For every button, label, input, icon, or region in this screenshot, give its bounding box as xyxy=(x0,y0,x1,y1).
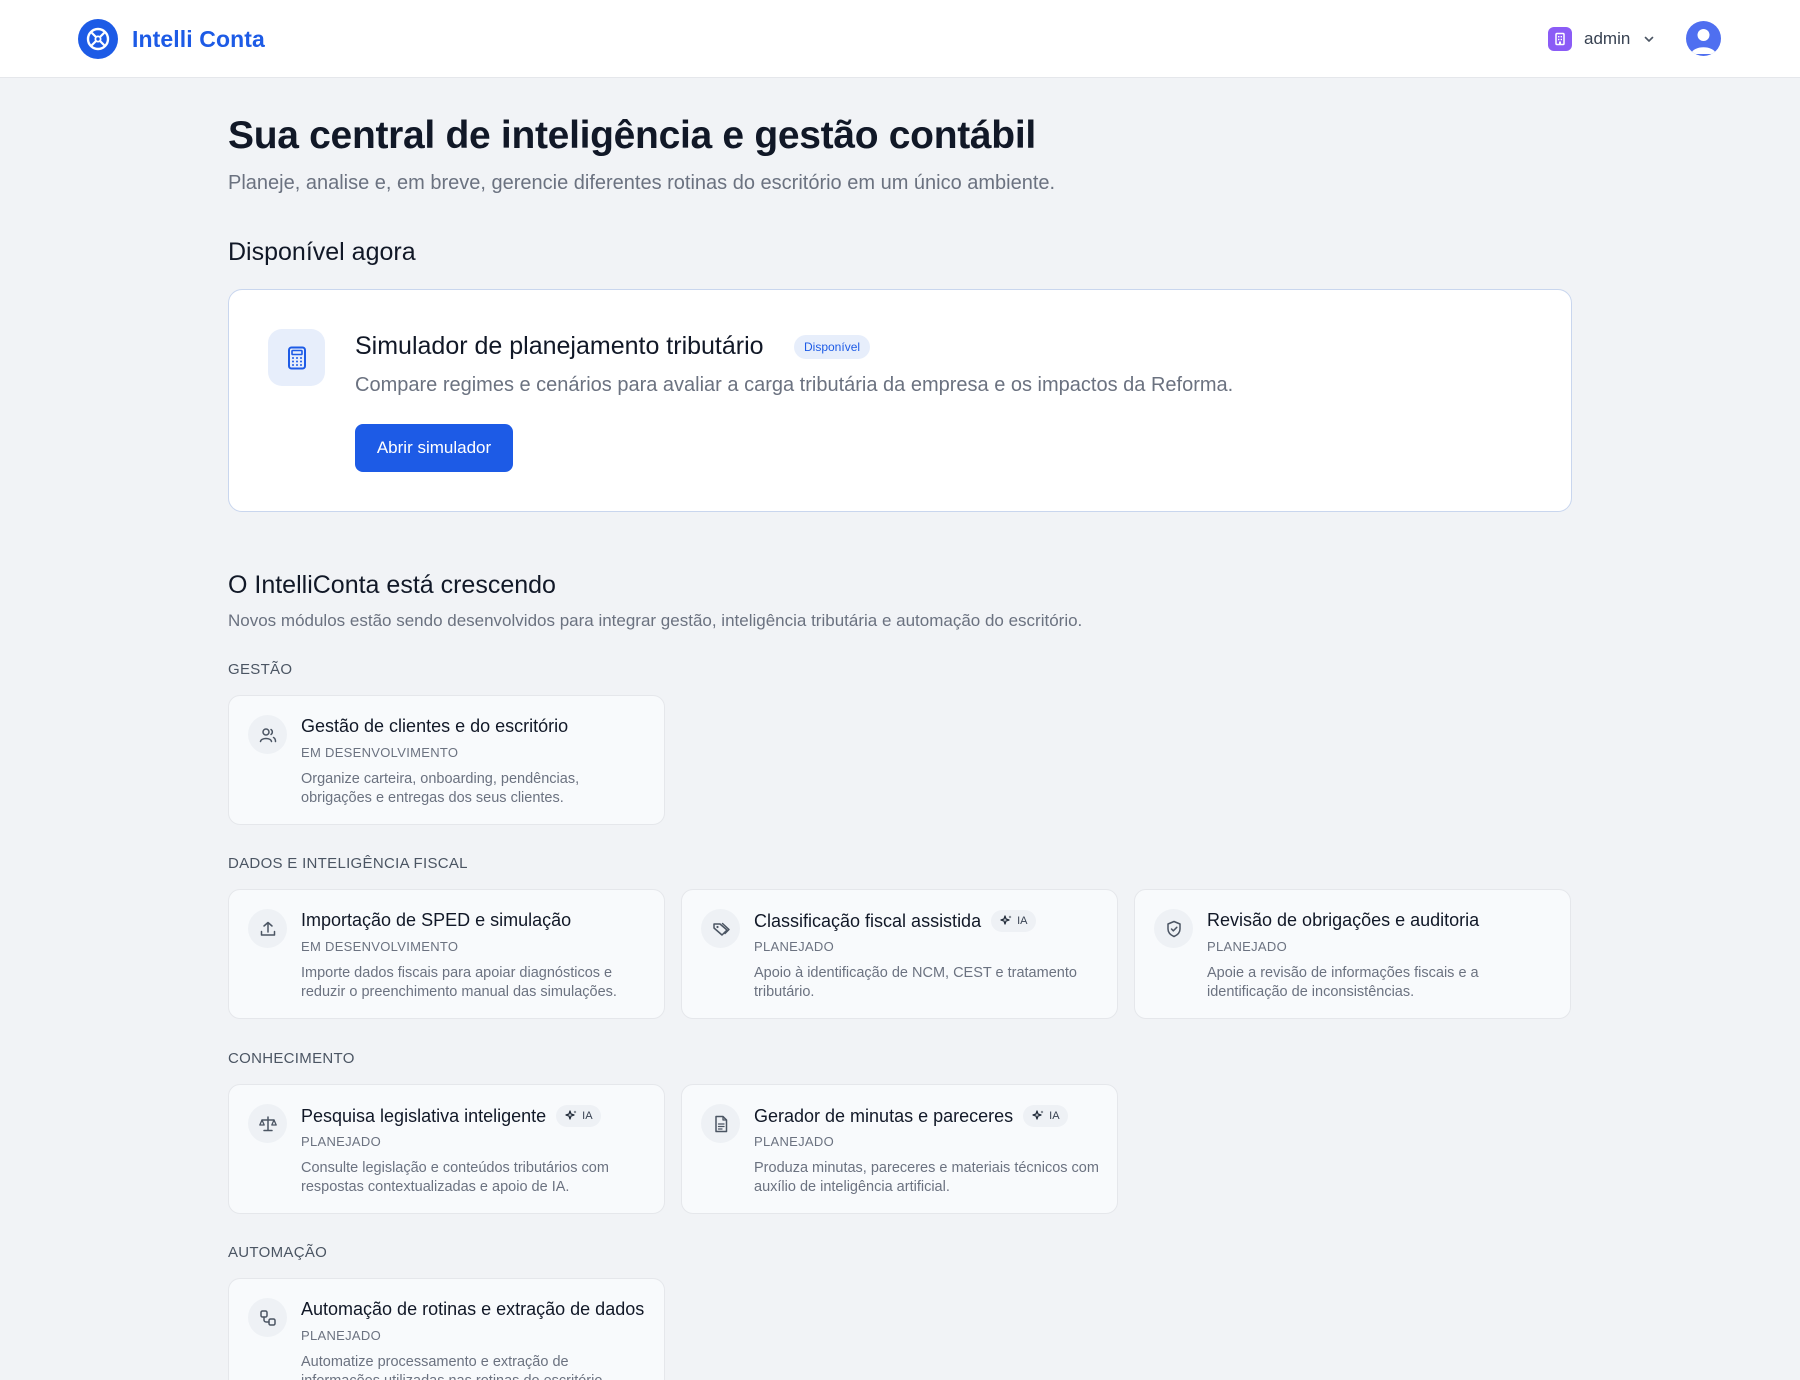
module-status: EM DESENVOLVIMENTO xyxy=(301,745,459,760)
tags-icon xyxy=(701,909,740,948)
module-card-revisao-obrigacoes[interactable]: Revisão de obrigações e auditoria PLANEJ… xyxy=(1134,889,1571,1019)
sparkles-icon xyxy=(1000,915,1012,925)
module-status: PLANEJADO xyxy=(301,1328,382,1343)
module-card-pesquisa-legislativa[interactable]: Pesquisa legislativa inteligente IA PLAN… xyxy=(228,1084,665,1214)
simulator-description: Compare regimes e cenários para avaliar … xyxy=(355,374,1234,396)
module-status: EM DESENVOLVIMENTO xyxy=(301,939,459,954)
ia-badge: IA xyxy=(991,910,1036,932)
module-status: PLANEJADO xyxy=(301,1134,382,1149)
status-badge: Disponível xyxy=(794,335,871,359)
simulator-card: Simulador de planejamento tributário Dis… xyxy=(228,289,1572,512)
module-status: PLANEJADO xyxy=(1207,939,1288,954)
open-simulator-button[interactable]: Abrir simulador xyxy=(355,424,513,472)
module-title: Gestão de clientes e do escritório xyxy=(301,716,569,736)
calculator-icon xyxy=(268,329,325,386)
module-description: Apoio à identificação de NCM, CEST e tra… xyxy=(754,965,1077,1000)
module-title: Classificação fiscal assistida xyxy=(754,910,982,931)
category-label-conhecimento: CONHECIMENTO xyxy=(228,1050,355,1067)
user-avatar-icon[interactable] xyxy=(1686,21,1721,56)
ia-badge-label: IA xyxy=(1049,1110,1060,1122)
chevron-down-icon xyxy=(1642,32,1656,46)
module-card-gerador-minutas[interactable]: Gerador de minutas e pareceres IA PLANEJ… xyxy=(681,1084,1118,1214)
ia-badge: IA xyxy=(1023,1105,1068,1127)
brand-logo-icon xyxy=(78,19,118,59)
module-title: Pesquisa legislativa inteligente xyxy=(301,1105,547,1126)
module-card-classificacao-fiscal[interactable]: Classificação fiscal assistida IA PLANEJ… xyxy=(681,889,1118,1019)
users-icon xyxy=(248,715,287,754)
sparkles-icon xyxy=(1032,1110,1044,1120)
module-description: Importe dados fiscais para apoiar diagnó… xyxy=(301,965,617,1000)
user-name: admin xyxy=(1584,29,1631,48)
building-icon xyxy=(1548,27,1572,51)
document-icon xyxy=(701,1104,740,1143)
module-description: Consulte legislação e conteúdos tributár… xyxy=(301,1160,609,1195)
growing-section-subtitle: Novos módulos estão sendo desenvolvidos … xyxy=(228,611,1083,630)
module-status: PLANEJADO xyxy=(754,939,835,954)
sparkles-icon xyxy=(565,1110,577,1120)
ia-badge-label: IA xyxy=(1017,915,1028,927)
module-title: Gerador de minutas e pareceres xyxy=(754,1105,1014,1126)
module-card-automacao-rotinas[interactable]: Automação de rotinas e extração de dados… xyxy=(228,1278,665,1380)
module-description: Automatize processamento e extração de i… xyxy=(301,1354,606,1380)
page-title: Sua central de inteligência e gestão con… xyxy=(228,114,1036,157)
brand[interactable]: Intelli Conta xyxy=(78,19,265,59)
upload-icon xyxy=(248,909,287,948)
shield-check-icon xyxy=(1154,909,1193,948)
top-bar: Intelli Conta admin xyxy=(0,0,1800,78)
module-card-gestao-clientes[interactable]: Gestão de clientes e do escritório EM DE… xyxy=(228,695,665,825)
category-label-gestao: GESTÃO xyxy=(228,661,293,678)
module-description: Organize carteira, onboarding, pendência… xyxy=(301,771,580,806)
category-label-automacao: AUTOMAÇÃO xyxy=(228,1244,328,1261)
user-menu[interactable]: admin xyxy=(1548,24,1656,54)
available-section-title: Disponível agora xyxy=(228,238,416,266)
category-label-dados: DADOS E INTELIGÊNCIA FISCAL xyxy=(228,855,468,872)
module-title: Importação de SPED e simulação xyxy=(301,910,572,930)
module-title: Revisão de obrigações e auditoria xyxy=(1207,910,1480,930)
workflow-icon xyxy=(248,1298,287,1337)
growing-section-title: O IntelliConta está crescendo xyxy=(228,571,556,599)
scale-icon xyxy=(248,1104,287,1143)
module-description: Apoie a revisão de informações fiscais e… xyxy=(1207,965,1479,1000)
ia-badge: IA xyxy=(556,1105,601,1127)
module-status: PLANEJADO xyxy=(754,1134,835,1149)
module-description: Produza minutas, pareceres e materiais t… xyxy=(754,1160,1099,1195)
module-card-importacao-sped[interactable]: Importação de SPED e simulação EM DESENV… xyxy=(228,889,665,1019)
brand-name: Intelli Conta xyxy=(132,25,265,52)
page-subtitle: Planeje, analise e, em breve, gerencie d… xyxy=(228,172,1056,194)
ia-badge-label: IA xyxy=(582,1110,593,1122)
simulator-title: Simulador de planejamento tributário xyxy=(355,332,764,360)
module-title: Automação de rotinas e extração de dados xyxy=(301,1299,645,1319)
